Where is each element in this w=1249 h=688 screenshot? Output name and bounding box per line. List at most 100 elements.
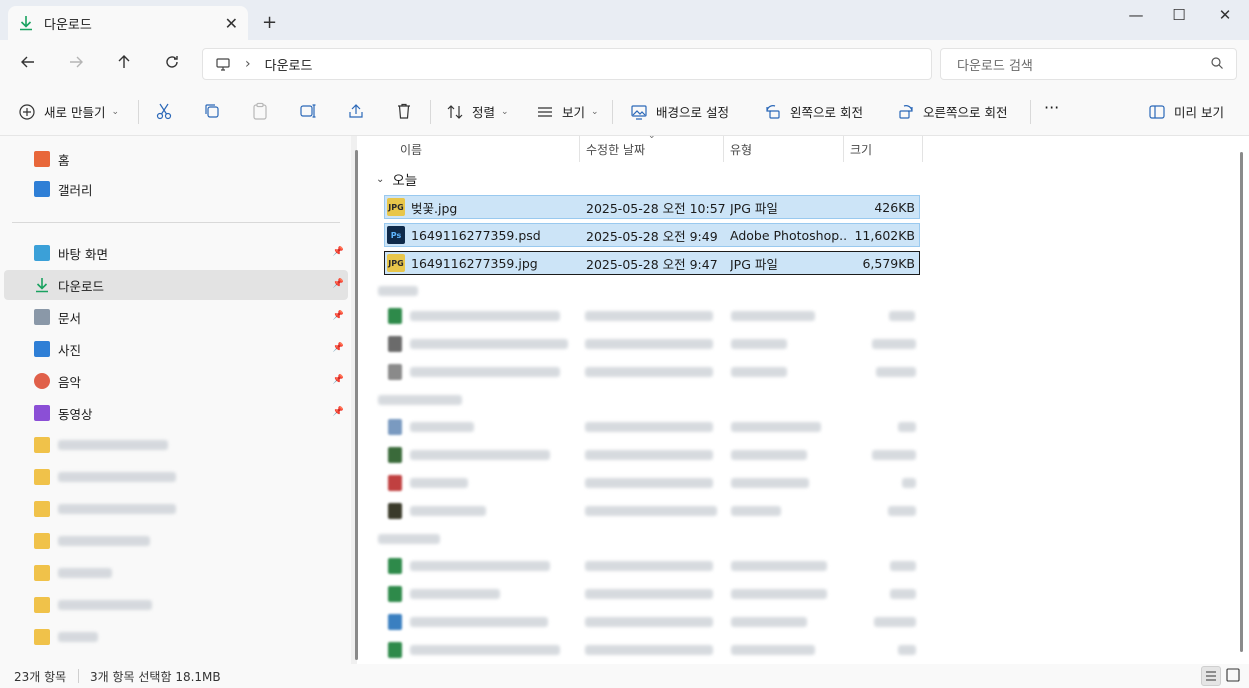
rotate-left-button[interactable]: 왼쪽으로 회전: [764, 102, 863, 121]
sort-button[interactable]: 정렬 ⌄: [446, 102, 509, 121]
redacted-text: [585, 617, 713, 627]
back-button[interactable]: [20, 54, 36, 75]
pin-icon[interactable]: 📌: [333, 311, 344, 321]
file-row-redacted[interactable]: [384, 582, 920, 606]
file-row-redacted[interactable]: [384, 554, 920, 578]
copy-button[interactable]: [203, 102, 223, 122]
details-view-button[interactable]: [1201, 666, 1221, 686]
sidebar-item-label: 바탕 화면: [58, 246, 108, 262]
cut-button[interactable]: [155, 102, 175, 122]
tiles-view-button[interactable]: [1224, 666, 1244, 686]
toolbar-divider: [430, 100, 431, 124]
file-row-redacted[interactable]: [384, 610, 920, 634]
breadcrumb-separator[interactable]: ›: [245, 56, 251, 72]
column-divider[interactable]: [843, 136, 844, 162]
documents-icon: [34, 309, 50, 325]
new-button[interactable]: 새로 만들기 ⌄: [18, 102, 119, 121]
redacted-text: [898, 422, 916, 432]
up-button[interactable]: [116, 54, 132, 75]
home-icon: [34, 151, 50, 167]
column-divider[interactable]: [922, 136, 923, 162]
file-row-redacted[interactable]: [384, 332, 920, 356]
column-header-type[interactable]: 유형: [730, 136, 752, 162]
redacted-text: [872, 450, 916, 460]
minimize-button[interactable]: —: [1113, 6, 1159, 28]
file-row-redacted[interactable]: [384, 415, 920, 439]
arrow-up-icon: [118, 55, 130, 68]
forward-button[interactable]: [68, 54, 84, 75]
file-row[interactable]: Ps 1649116277359.psd 2025-05-28 오전 9:49 …: [384, 223, 920, 247]
group-header-redacted[interactable]: [378, 279, 428, 301]
file-row-redacted[interactable]: [384, 638, 920, 662]
redacted-text: [890, 589, 916, 599]
group-header-today[interactable]: ⌄ 오늘: [376, 168, 417, 190]
sidebar-item-gallery[interactable]: 갤러리: [4, 174, 348, 204]
column-date-label: 수정한 날짜: [586, 142, 646, 157]
preview-pane-button[interactable]: 미리 보기: [1148, 102, 1224, 121]
sort-icon: [447, 104, 463, 119]
rotate-right-button[interactable]: 오른쪽으로 회전: [897, 102, 1007, 121]
file-row-redacted[interactable]: [384, 499, 920, 523]
redacted-text: [731, 422, 821, 432]
file-row-redacted[interactable]: [384, 443, 920, 467]
redacted-text: [410, 561, 550, 571]
column-divider[interactable]: [723, 136, 724, 162]
close-button[interactable]: ✕: [1202, 6, 1248, 28]
file-list-scrollbar-thumb[interactable]: [1240, 152, 1243, 652]
file-type: JPG 파일: [730, 256, 778, 272]
file-row[interactable]: JPG 벚꽃.jpg 2025-05-28 오전 10:57 JPG 파일 42…: [384, 195, 920, 219]
sidebar-item-folder[interactable]: [4, 590, 348, 620]
sidebar-item-folder[interactable]: [4, 622, 348, 652]
column-divider[interactable]: [579, 136, 580, 162]
pin-icon[interactable]: 📌: [333, 343, 344, 353]
pin-icon[interactable]: 📌: [333, 247, 344, 257]
sidebar-item-pictures[interactable]: 사진 📌: [4, 334, 348, 364]
paste-button[interactable]: [251, 102, 271, 122]
refresh-button[interactable]: [164, 54, 180, 75]
search-input[interactable]: 다운로드 검색: [940, 48, 1237, 80]
delete-button[interactable]: [395, 102, 415, 122]
toolbar-divider: [612, 100, 613, 124]
new-tab-button[interactable]: +: [262, 12, 277, 33]
sidebar-item-videos[interactable]: 동영상 📌: [4, 398, 348, 428]
sidebar-item-folder[interactable]: [4, 494, 348, 524]
sidebar-item-music[interactable]: 음악 📌: [4, 366, 348, 396]
sidebar-item-folder[interactable]: [4, 462, 348, 492]
file-row[interactable]: JPG 1649116277359.jpg 2025-05-28 오전 9:47…: [384, 251, 920, 275]
pin-icon[interactable]: 📌: [333, 375, 344, 385]
set-background-button[interactable]: 배경으로 설정: [630, 102, 729, 121]
sidebar-item-desktop[interactable]: 바탕 화면 📌: [4, 238, 348, 268]
address-bar[interactable]: › 다운로드: [202, 48, 932, 80]
rename-button[interactable]: [299, 102, 319, 122]
column-header-date[interactable]: 수정한 날짜: [586, 136, 645, 162]
column-header-name[interactable]: 이름: [400, 136, 422, 162]
pin-icon[interactable]: 📌: [333, 407, 344, 417]
maximize-button[interactable]: ☐: [1156, 6, 1202, 28]
more-options-button[interactable]: ···: [1044, 98, 1059, 117]
group-header-redacted[interactable]: [378, 388, 468, 410]
sidebar-item-label: 문서: [58, 310, 82, 326]
breadcrumb[interactable]: 다운로드: [265, 55, 313, 74]
redacted-text: [410, 339, 568, 349]
sidebar-item-folder[interactable]: [4, 526, 348, 556]
tab-close-button[interactable]: ✕: [225, 14, 238, 33]
pin-icon[interactable]: 📌: [333, 279, 344, 289]
sidebar-scrollbar-thumb[interactable]: [355, 150, 358, 660]
file-row-redacted[interactable]: [384, 304, 920, 328]
tab-downloads[interactable]: 다운로드 ✕: [8, 6, 248, 40]
redacted-label: [58, 440, 168, 450]
sidebar-item-folder[interactable]: [4, 430, 348, 460]
file-row-redacted[interactable]: [384, 471, 920, 495]
sidebar-item-home[interactable]: 홈: [4, 144, 348, 174]
arrow-left-icon: [21, 56, 34, 68]
redacted-text: [410, 422, 474, 432]
file-row-redacted[interactable]: [384, 360, 920, 384]
column-header-size[interactable]: 크기: [850, 136, 872, 162]
view-button[interactable]: 보기 ⌄: [536, 102, 599, 121]
sidebar-item-documents[interactable]: 문서 📌: [4, 302, 348, 332]
group-header-redacted[interactable]: [378, 527, 448, 549]
jpg-file-icon: JPG: [387, 198, 405, 216]
sidebar-item-folder[interactable]: [4, 558, 348, 588]
share-button[interactable]: [347, 102, 367, 122]
sidebar-item-downloads[interactable]: 다운로드 📌: [4, 270, 348, 300]
